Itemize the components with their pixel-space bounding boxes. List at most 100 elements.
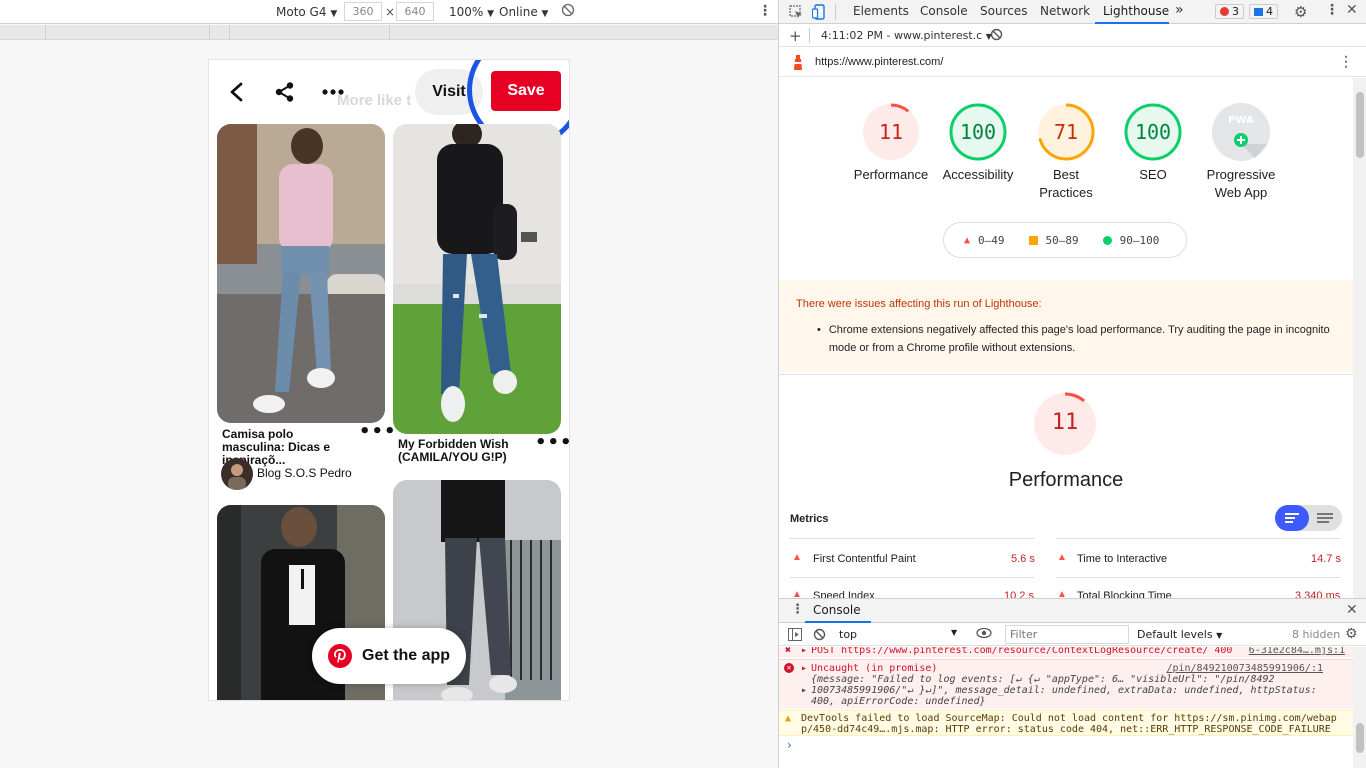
gauge-seo[interactable]: 100 SEO [1113, 102, 1193, 184]
fail-triangle-icon: ▲ [792, 552, 802, 563]
share-icon[interactable] [273, 80, 297, 104]
expand-arrow-icon[interactable]: ▸ [801, 685, 807, 696]
tab-console-drawer[interactable]: Console [813, 603, 861, 617]
tab-network[interactable]: Network [1040, 4, 1090, 18]
performance-section: 11 Performance Metrics ▲ First Contentfu… [779, 374, 1353, 598]
toggle-active[interactable] [1275, 505, 1309, 531]
performance-score: 11 [1051, 410, 1079, 435]
save-button[interactable]: Save [491, 71, 561, 111]
console-message-warning[interactable]: ▲ DevTools failed to load SourceMap: Cou… [779, 710, 1353, 736]
context-select[interactable]: top ▼ [839, 628, 959, 641]
message-text: POST https://www.pinterest.com/resource/… [811, 647, 1233, 656]
console-message-error[interactable]: ✖ ▸ POST https://www.pinterest.com/resou… [779, 647, 1353, 657]
close-icon[interactable]: ✕ [1346, 602, 1358, 618]
rotate-icon[interactable] [561, 3, 575, 20]
expand-arrow-icon[interactable]: ▸ [801, 663, 807, 674]
metrics-heading: Metrics [790, 513, 829, 525]
legend-range: 90–100 [1119, 233, 1160, 247]
list-view-icon [1285, 513, 1299, 523]
report-select-label: 4:11:02 PM - www.pinterest.c [821, 29, 983, 42]
more-vert-icon[interactable]: ⋮ [1339, 53, 1353, 70]
pin-image[interactable] [217, 124, 385, 423]
error-count: 3 [1232, 5, 1239, 18]
more-options-icon[interactable] [321, 80, 345, 104]
metric-name: First Contentful Paint [813, 553, 916, 565]
legend-range: 0–49 [978, 233, 1005, 247]
tab-elements[interactable]: Elements [853, 4, 909, 18]
report-scrollbar[interactable] [1353, 78, 1366, 598]
pin-title[interactable]: My Forbidden Wish (CAMILA/YOU G!P) [398, 438, 518, 464]
report-url[interactable]: https://www.pinterest.com/ [815, 56, 943, 68]
clear-console-icon[interactable] [813, 628, 826, 644]
chevron-down-icon: ▼ [541, 9, 549, 19]
zoom-select[interactable]: 100% ▼ [449, 5, 494, 19]
console-filter-input[interactable] [1005, 625, 1129, 644]
throttle-select[interactable]: Online ▼ [499, 5, 548, 19]
scrollbar-thumb[interactable] [1356, 723, 1364, 753]
more-vert-icon[interactable]: ⋮ [1325, 2, 1339, 18]
gauge-best-practices[interactable]: 71 Best Practices [1026, 102, 1106, 202]
back-icon[interactable] [225, 80, 249, 104]
gauge-pwa[interactable]: PWA Progressive Web App [1200, 102, 1282, 202]
more-vert-icon[interactable]: ⋮ [791, 602, 804, 617]
more-vert-icon[interactable]: ⋮ [758, 3, 772, 19]
tab-lighthouse[interactable]: Lighthouse [1103, 4, 1169, 18]
gauge-label: SEO [1139, 167, 1167, 182]
error-count-badge[interactable]: 3 [1215, 4, 1244, 19]
metric-divider [1056, 538, 1341, 539]
console-drawer: ⋮ Console ✕ top ▼ D [779, 598, 1366, 768]
console-message-error[interactable]: ✕ ▸ Uncaught (in promise) /pin/849210073… [779, 659, 1353, 709]
lighthouse-report: 11 Performance 100 Accessibility 71 Best… [779, 78, 1353, 598]
eye-icon[interactable] [976, 627, 992, 642]
report-select[interactable]: 4:11:02 PM - www.pinterest.c ▼ [821, 29, 992, 42]
legend-range: 50–89 [1045, 233, 1079, 247]
visit-button[interactable]: Visit [415, 69, 483, 115]
clear-report-icon[interactable] [990, 28, 1003, 44]
device-toggle-icon[interactable] [811, 4, 826, 23]
message-detail: 10073485991906/"↵ }↵]", message_detail: … [811, 685, 1317, 696]
pass-circle-icon [1102, 235, 1112, 245]
gauge-performance[interactable]: 11 Performance [851, 102, 931, 184]
device-select[interactable]: Moto G4 ▼ [276, 5, 337, 19]
report-url-bar: https://www.pinterest.com/ ⋮ [779, 48, 1366, 77]
log-levels-label: Default levels [1137, 628, 1213, 641]
pin-more-icon[interactable]: ••• [359, 421, 397, 442]
scrollbar-thumb[interactable] [1356, 92, 1364, 158]
console-toolbar: top ▼ Default levels ▼ 8 hidden ⚙ [779, 624, 1366, 646]
expand-arrow-icon[interactable]: ▸ [801, 647, 807, 656]
new-report-icon[interactable]: + [789, 27, 802, 45]
close-icon[interactable]: ✕ [1346, 2, 1358, 18]
warning-item-text: Chrome extensions negatively affected th… [828, 324, 1330, 354]
chevron-down-icon: ▼ [487, 9, 495, 19]
detail-view-icon[interactable] [1317, 513, 1333, 523]
media-query-ruler [0, 25, 778, 40]
info-count-badge[interactable]: 4 [1249, 4, 1278, 19]
gauge-accessibility[interactable]: 100 Accessibility [938, 102, 1018, 184]
avatar[interactable] [221, 458, 253, 490]
get-app-label: Get the app [362, 647, 451, 664]
console-prompt[interactable]: › [787, 738, 792, 752]
pin-more-icon[interactable]: ••• [535, 432, 569, 453]
console-scrollbar[interactable] [1353, 647, 1366, 768]
pin-image[interactable] [393, 124, 561, 434]
inspect-element-icon[interactable] [789, 5, 803, 22]
more-tabs-icon[interactable]: » [1175, 2, 1184, 18]
gear-icon[interactable]: ⚙ [1345, 626, 1358, 642]
pin-author[interactable]: Blog S.O.S Pedro [257, 466, 352, 480]
gauge-label: Accessibility [942, 167, 1014, 182]
log-levels-select[interactable]: Default levels ▼ [1137, 628, 1222, 641]
gauge-label: Performance [853, 167, 929, 182]
message-source-link[interactable]: /pin/849210073485991906/:1 [1166, 663, 1323, 674]
gear-icon[interactable]: ⚙ [1294, 3, 1307, 21]
tab-console[interactable]: Console [920, 4, 968, 18]
sidebar-toggle-icon[interactable] [788, 628, 802, 644]
message-source-link[interactable]: 6-31e2c84….mjs:1 [1249, 647, 1345, 656]
dimension-separator: × [385, 5, 396, 19]
warning-item: • Chrome extensions negatively affected … [817, 321, 1333, 357]
width-input[interactable]: 360 [344, 2, 382, 21]
chevron-down-icon: ▼ [951, 628, 958, 637]
metrics-view-toggle[interactable] [1275, 505, 1342, 531]
get-app-button[interactable]: Get the app [312, 628, 466, 684]
tab-sources[interactable]: Sources [980, 4, 1027, 18]
height-input[interactable]: 640 [396, 2, 434, 21]
